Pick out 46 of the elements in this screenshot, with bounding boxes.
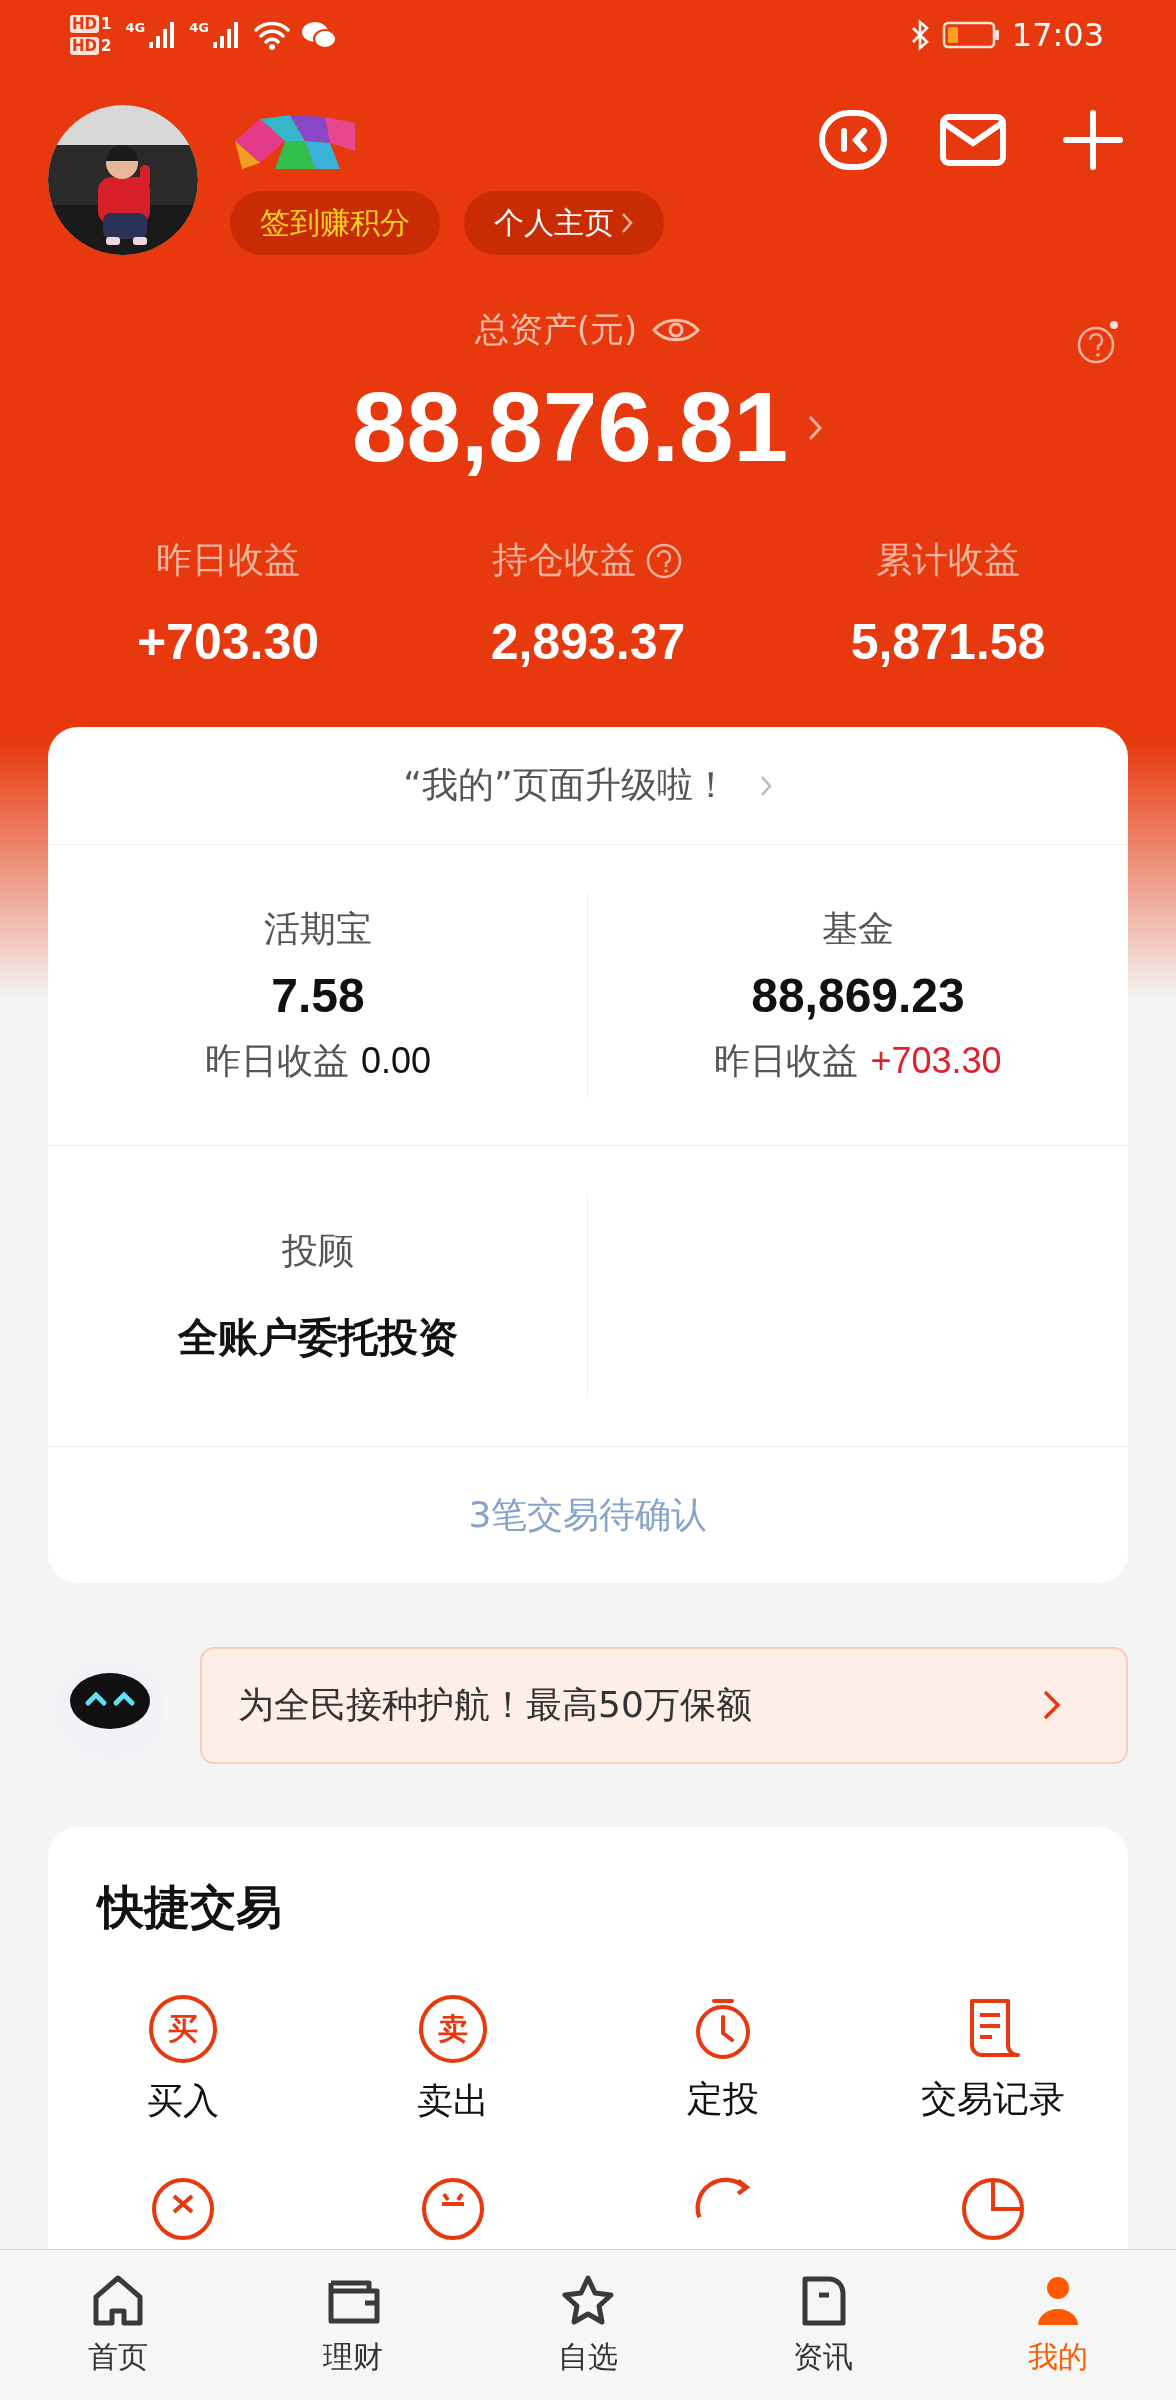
earnings-label: 累计收益 [876,538,1020,582]
tab-item[interactable]: 自选 [470,2250,706,2400]
network-label: 4G [125,20,146,35]
tab-item[interactable]: 理财 [235,2250,471,2400]
quick-trade-label[interactable]: 定投 [687,2075,759,2124]
bluetooth-icon [909,19,930,51]
clock-time: 17:03 [1011,16,1104,54]
earnings-value: 5,871.58 [850,613,1046,671]
total-assets-label: 总资产(元) [474,308,638,351]
yesterday-value: 0.00 [360,1039,432,1082]
earnings-label: 昨日收益 [156,538,300,582]
earnings-value: +703.30 [136,613,320,671]
yesterday-label: 昨日收益 [204,1038,349,1083]
buy-icon: 买 [149,1995,217,2063]
section-title: 快捷交易 [95,1879,283,1936]
tab-item[interactable]: 资讯 [705,2250,941,2400]
promo-banner[interactable]: 为全民接种护航！最高50万保额 [200,1646,1128,1764]
circle-icon [150,2176,216,2242]
yesterday-label: 昨日收益 [714,1038,859,1083]
quick-trade-label[interactable]: 卖出 [417,2077,489,2126]
upgrade-notice[interactable]: “我的”页面升级啦！ [403,761,729,810]
pie-chart-icon [960,2176,1026,2242]
holding-amount: 88,869.23 [751,967,965,1023]
chevron-right-icon [620,211,634,235]
yesterday-value: +703.30 [870,1039,1002,1082]
quick-trade-label[interactable]: 交易记录 [921,2075,1065,2124]
holding-amount: 7.58 [271,967,365,1023]
tab-item[interactable]: 首页 [0,2250,236,2400]
circle-icon [420,2176,486,2242]
wifi-icon [252,19,291,51]
holding-description: 全账户委托投资 [178,1313,458,1362]
chat-icon [300,20,337,50]
promo-text: 为全民接种护航！最高50万保额 [238,1682,752,1727]
holding-name[interactable]: 投顾 [282,1227,354,1276]
check-in-button[interactable]: 签到赚积分 [230,191,440,255]
total-assets-value: 88,876.81 [352,371,788,484]
network-label: 4G [189,20,209,35]
battery-icon [941,20,1000,50]
earnings-label: 持仓收益 [492,538,636,582]
holding-name[interactable]: 基金 [822,904,894,954]
earnings-value: 2,893.37 [490,613,686,671]
sell-icon: 卖 [419,1995,487,2063]
profile-link[interactable]: 个人主页 [464,191,664,255]
signal-icon [210,20,241,50]
holding-name[interactable]: 活期宝 [264,904,372,954]
quick-trade-label[interactable]: 买入 [147,2077,219,2126]
